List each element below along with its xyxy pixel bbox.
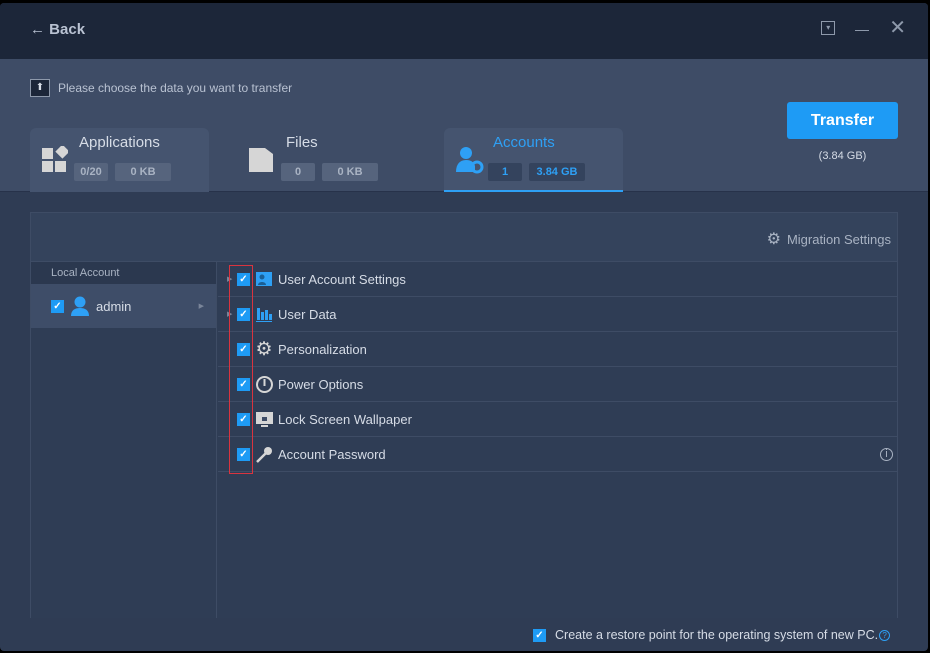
item-checkbox[interactable]: ✓ [237, 377, 250, 391]
user-icon [71, 296, 89, 316]
item-checkbox[interactable]: ✓ [237, 272, 250, 286]
key-icon [255, 445, 273, 463]
power-icon [255, 375, 273, 393]
tab-files[interactable]: Files 00 KB [237, 128, 416, 192]
transfer-size: (3.84 GB) [818, 150, 867, 162]
local-account-header: Local Account [31, 262, 216, 284]
list-item[interactable]: ▶ ✓ User Data [218, 297, 897, 332]
list-item[interactable]: ✓ Account Password i [218, 437, 897, 472]
restore-point-option[interactable]: ✓ Create a restore point for the operati… [533, 628, 891, 642]
expand-icon[interactable]: ▶ [227, 310, 232, 318]
chevron-right-icon: ▶ [198, 303, 204, 310]
item-checkbox[interactable]: ✓ [237, 307, 250, 321]
gear-icon: ⚙ [766, 231, 781, 248]
upload-monitor-icon: ⬆ [30, 79, 50, 97]
close-icon[interactable]: ✕ [889, 18, 906, 38]
back-button[interactable]: ← Back [30, 21, 85, 38]
item-list: ▶ ✓ User Account Settings ▶ ✓ User Data ✓ ⚙ Pe… [218, 262, 897, 474]
account-checkbox[interactable]: ✓ [51, 299, 64, 313]
item-checkbox[interactable]: ✓ [237, 447, 250, 461]
file-icon [249, 148, 273, 172]
tab-applications[interactable]: Applications 0/20 0 KB [30, 128, 209, 192]
migration-settings-button[interactable]: ⚙ Migration Settings [767, 229, 891, 249]
transfer-button[interactable]: Transfer [787, 102, 898, 139]
gear-icon: ⚙ [255, 338, 273, 360]
app-window: ← Back ▾ ✕ ⬆ Please choose the data you w… [0, 3, 928, 651]
user-settings-icon [456, 147, 484, 174]
account-panel: ⚙ Migration Settings Local Account ✓ admi… [30, 212, 898, 618]
account-item-admin[interactable]: ✓ admin ▶ [31, 284, 216, 328]
expand-icon[interactable]: ▶ [227, 275, 232, 283]
arrow-left-icon: ← [30, 21, 45, 38]
prompt-text: Please choose the data you want to trans… [58, 81, 293, 95]
restore-checkbox[interactable]: ✓ [533, 628, 546, 642]
lock-screen-icon [255, 410, 273, 428]
list-item[interactable]: ✓ Lock Screen Wallpaper [218, 402, 897, 437]
help-icon[interactable]: ? [879, 629, 891, 641]
title-bar: ← Back ▾ ✕ [0, 3, 928, 59]
list-item[interactable]: ✓ Power Options [218, 367, 897, 402]
user-card-icon [255, 270, 273, 288]
list-item[interactable]: ▶ ✓ User Account Settings [218, 262, 897, 297]
item-checkbox[interactable]: ✓ [237, 342, 250, 356]
info-icon[interactable]: i [880, 447, 893, 461]
list-item[interactable]: ✓ ⚙ Personalization [218, 332, 897, 367]
menu-dropdown-icon[interactable]: ▾ [821, 21, 836, 35]
header: ⬆ Please choose the data you want to tran… [0, 59, 928, 192]
apps-icon [42, 146, 68, 172]
minimize-icon[interactable] [855, 29, 870, 31]
tab-accounts[interactable]: Accounts 1 3.84 GB [444, 128, 623, 192]
bar-chart-icon [255, 305, 273, 323]
account-list: Local Account ✓ admin ▶ [31, 262, 217, 618]
item-checkbox[interactable]: ✓ [237, 412, 250, 426]
